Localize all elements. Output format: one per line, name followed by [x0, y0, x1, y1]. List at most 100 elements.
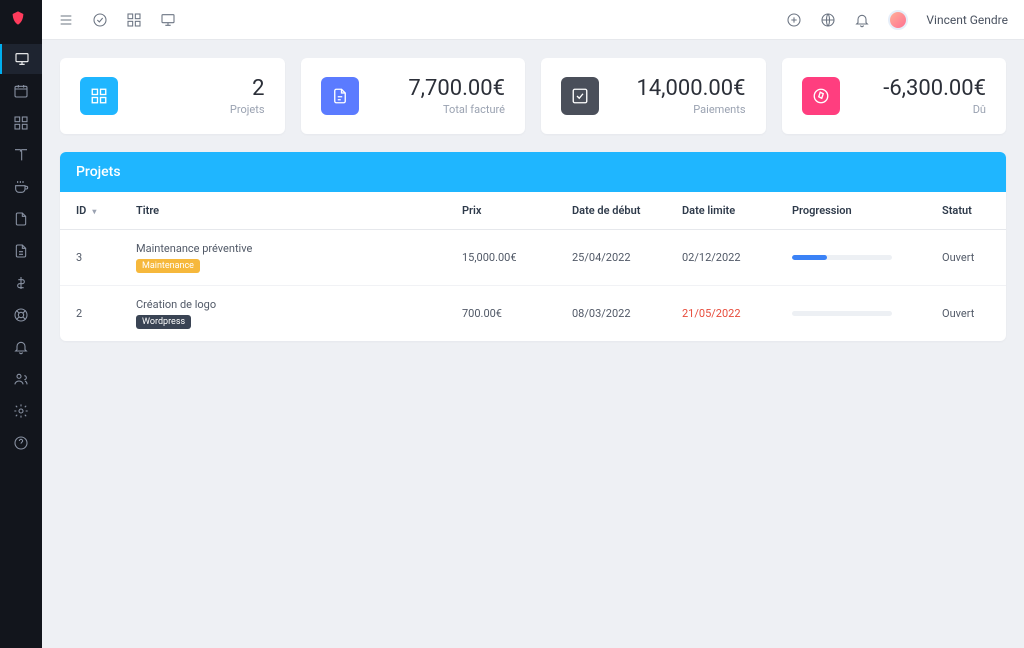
cell-price: 15,000.00€ [446, 230, 556, 286]
file-text-icon [13, 243, 29, 259]
gear-icon [13, 403, 29, 419]
tasks-button[interactable] [92, 12, 108, 28]
cell-title: Maintenance préventive Maintenance [120, 230, 446, 286]
progress-bar [792, 311, 892, 316]
screen-button[interactable] [160, 12, 176, 28]
stat-value: 2 [230, 76, 265, 101]
bell-icon [13, 339, 29, 355]
check-square-icon [571, 87, 589, 105]
menu-icon [58, 12, 74, 28]
sidebar-item-coffee[interactable] [0, 172, 42, 202]
compass-icon [812, 87, 830, 105]
table-row[interactable]: 2 Création de logo Wordpress 700.00€ 08/… [60, 286, 1006, 342]
cell-deadline: 02/12/2022 [666, 230, 776, 286]
user-name[interactable]: Vincent Gendre [926, 13, 1008, 27]
cell-progress [776, 230, 926, 286]
topbar: Vincent Gendre [42, 0, 1024, 40]
sidebar-item-help[interactable] [0, 428, 42, 458]
cell-deadline: 21/05/2022 [666, 286, 776, 342]
cell-title: Création de logo Wordpress [120, 286, 446, 342]
stat-card: 14,000.00€ Paiements [541, 58, 766, 134]
col-deadline[interactable]: Date limite [666, 192, 776, 230]
avatar[interactable] [888, 10, 908, 30]
sidebar-item-projects[interactable] [0, 108, 42, 138]
plus-circle-icon [786, 12, 802, 28]
sort-desc-icon: ▾ [92, 207, 96, 216]
app-logo[interactable] [10, 10, 32, 32]
sidebar-item-settings[interactable] [0, 396, 42, 426]
sidebar-item-notifications[interactable] [0, 332, 42, 362]
stat-icon-wrap [561, 77, 599, 115]
stats-row: 2 Projets 7,700.00€ Total facturé 14,000… [60, 58, 1006, 134]
projects-table: ID▾ Titre Prix Date de début Date limite… [60, 192, 1006, 341]
col-id[interactable]: ID▾ [60, 192, 120, 230]
col-start[interactable]: Date de début [556, 192, 666, 230]
cell-status: Ouvert [926, 286, 1006, 342]
stat-card: 2 Projets [60, 58, 285, 134]
col-price[interactable]: Prix [446, 192, 556, 230]
file-icon [13, 211, 29, 227]
cell-price: 700.00€ [446, 286, 556, 342]
dollar-icon [13, 275, 29, 291]
notifications-button[interactable] [854, 12, 870, 28]
table-row[interactable]: 3 Maintenance préventive Maintenance 15,… [60, 230, 1006, 286]
stat-label: Projets [230, 103, 265, 116]
sidebar-item-billing[interactable] [0, 268, 42, 298]
content: 2 Projets 7,700.00€ Total facturé 14,000… [42, 40, 1024, 648]
calendar-icon [13, 83, 29, 99]
sidebar-item-files[interactable] [0, 204, 42, 234]
cell-id: 2 [60, 286, 120, 342]
apps-button[interactable] [126, 12, 142, 28]
sidebar-item-dashboard[interactable] [0, 44, 42, 74]
book-open-icon [13, 147, 29, 163]
grid-icon [13, 115, 29, 131]
shield-icon [10, 10, 26, 26]
stat-icon-wrap [80, 77, 118, 115]
coffee-icon [13, 179, 29, 195]
panel-title: Projets [60, 152, 1006, 192]
projects-panel: Projets ID▾ Titre Prix Date de début Dat… [60, 152, 1006, 341]
globe-icon [820, 12, 836, 28]
cell-progress [776, 286, 926, 342]
stat-icon-wrap [802, 77, 840, 115]
col-progress[interactable]: Progression [776, 192, 926, 230]
monitor-icon [14, 51, 30, 67]
sidebar-item-calendar[interactable] [0, 76, 42, 106]
stat-card: 7,700.00€ Total facturé [301, 58, 526, 134]
cell-id: 3 [60, 230, 120, 286]
col-status[interactable]: Statut [926, 192, 1006, 230]
cell-start: 08/03/2022 [556, 286, 666, 342]
stat-value: 14,000.00€ [636, 76, 745, 101]
stat-card: -6,300.00€ Dû [782, 58, 1007, 134]
cell-status: Ouvert [926, 230, 1006, 286]
stat-icon-wrap [321, 77, 359, 115]
sidebar-item-users[interactable] [0, 364, 42, 394]
tag-badge: Wordpress [136, 315, 191, 329]
tag-badge: Maintenance [136, 259, 200, 273]
cell-start: 25/04/2022 [556, 230, 666, 286]
add-button[interactable] [786, 12, 802, 28]
stat-value: -6,300.00€ [883, 76, 986, 101]
file-icon [331, 87, 349, 105]
bell-icon [854, 12, 870, 28]
grid-icon [126, 12, 142, 28]
sidebar-item-docs[interactable] [0, 140, 42, 170]
stat-label: Dû [883, 103, 986, 116]
stat-value: 7,700.00€ [408, 76, 505, 101]
grid-icon [90, 87, 108, 105]
lifebuoy-icon [13, 307, 29, 323]
main: Vincent Gendre 2 Projets 7,700.00€ Total… [42, 0, 1024, 648]
sidebar [0, 0, 42, 648]
stat-label: Total facturé [408, 103, 505, 116]
monitor-icon [160, 12, 176, 28]
stat-label: Paiements [636, 103, 745, 116]
progress-bar [792, 255, 892, 260]
language-button[interactable] [820, 12, 836, 28]
users-icon [13, 371, 29, 387]
sidebar-item-support[interactable] [0, 300, 42, 330]
check-circle-icon [92, 12, 108, 28]
col-title[interactable]: Titre [120, 192, 446, 230]
help-circle-icon [13, 435, 29, 451]
sidebar-item-invoices[interactable] [0, 236, 42, 266]
menu-toggle-button[interactable] [58, 12, 74, 28]
